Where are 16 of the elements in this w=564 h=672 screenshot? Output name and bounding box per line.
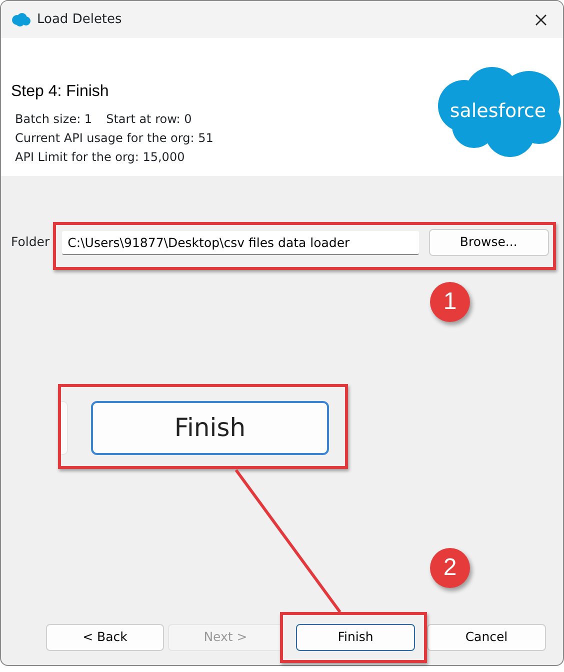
browse-button[interactable]: Browse... bbox=[428, 229, 549, 256]
info-text: Current API usage for the org: 51 bbox=[15, 130, 214, 147]
wizard-button[interactable]: Finish bbox=[296, 624, 415, 651]
folder-label: Folder bbox=[11, 233, 50, 252]
zoomed-finish-button[interactable]: Finish bbox=[91, 401, 329, 455]
close-icon[interactable] bbox=[535, 14, 547, 26]
wizard-button[interactable]: Cancel bbox=[427, 624, 546, 651]
info-text: Start at row: 0 bbox=[106, 111, 192, 128]
folder-field[interactable]: C:\Users\91877\Desktop\csv files data loader bbox=[62, 230, 419, 254]
step-title: Step 4: Finish bbox=[11, 82, 110, 102]
logo-text: salesforce bbox=[450, 100, 546, 122]
info-text: Batch size: 1 bbox=[15, 111, 92, 128]
cloud-icon bbox=[11, 12, 31, 26]
info-text: API Limit for the org: 15,000 bbox=[15, 149, 185, 166]
window-title: Load Deletes bbox=[37, 10, 122, 29]
wizard-button[interactable]: < Back bbox=[46, 624, 164, 651]
